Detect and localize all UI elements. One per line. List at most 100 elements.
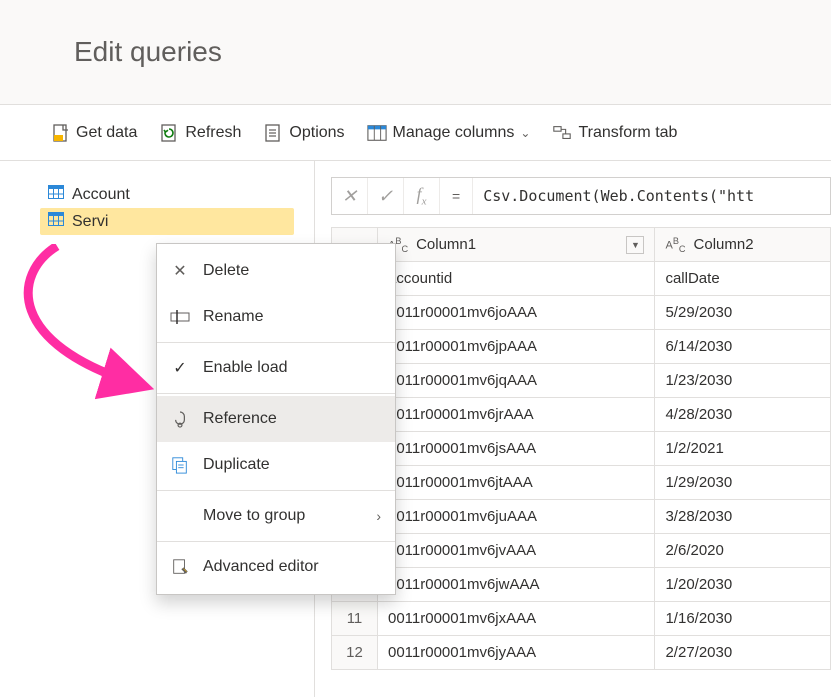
- close-icon: ✕: [342, 186, 357, 207]
- cell-column2[interactable]: 4/28/2030: [655, 398, 831, 432]
- options-button[interactable]: Options: [255, 117, 352, 149]
- fx-button[interactable]: fx: [404, 178, 440, 214]
- cell-column2[interactable]: 1/16/2030: [655, 602, 831, 636]
- cell-column1[interactable]: 0011r00001mv6juAAA: [378, 500, 655, 534]
- cell-column2[interactable]: 3/28/2030: [655, 500, 831, 534]
- cell-column2[interactable]: 1/23/2030: [655, 364, 831, 398]
- get-data-button[interactable]: Get data: [42, 117, 145, 149]
- cancel-formula-button[interactable]: ✕: [332, 178, 368, 214]
- filter-dropdown-icon[interactable]: ▼: [626, 236, 644, 254]
- commit-formula-button[interactable]: ✓: [368, 178, 404, 214]
- table-icon: [48, 212, 64, 231]
- cell-column2[interactable]: 6/14/2030: [655, 330, 831, 364]
- menu-item-move-to-group[interactable]: Move to group ›: [157, 493, 395, 539]
- menu-item-label: Rename: [203, 308, 381, 326]
- table-row[interactable]: 110011r00001mv6jxAAA1/16/2030: [332, 602, 831, 636]
- duplicate-icon: [169, 454, 191, 476]
- transform-table-button[interactable]: Transform tab: [544, 117, 685, 149]
- menu-divider: [157, 393, 395, 394]
- cell-column1[interactable]: accountid: [378, 262, 655, 296]
- table-row[interactable]: 120011r00001mv6jyAAA2/27/2030: [332, 636, 831, 670]
- context-menu: ✕ Delete Rename ✓ Enable load Reference …: [156, 243, 396, 595]
- title-bar: Edit queries: [0, 0, 831, 105]
- table-row[interactable]: 0011r00001mv6jwAAA1/20/2030: [332, 568, 831, 602]
- transform-table-label: Transform tab: [578, 124, 677, 142]
- menu-divider: [157, 342, 395, 343]
- check-icon: ✓: [169, 358, 191, 378]
- table-row[interactable]: 0011r00001mv6jsAAA1/2/2021: [332, 432, 831, 466]
- menu-item-reference[interactable]: Reference: [157, 396, 395, 442]
- table-row[interactable]: 0011r00001mv6jvAAA2/6/2020: [332, 534, 831, 568]
- cell-column2[interactable]: 1/20/2030: [655, 568, 831, 602]
- column-header-column2[interactable]: ABC Column2: [655, 228, 831, 262]
- cell-column2[interactable]: 2/6/2020: [655, 534, 831, 568]
- chevron-down-icon: ⌄: [520, 126, 530, 140]
- get-data-icon: [50, 123, 70, 143]
- table-row[interactable]: 0011r00001mv6joAAA5/29/2030: [332, 296, 831, 330]
- cell-column1[interactable]: 0011r00001mv6jxAAA: [378, 602, 655, 636]
- get-data-label: Get data: [76, 124, 137, 142]
- formula-input[interactable]: Csv.Document(Web.Contents("htt: [473, 187, 830, 205]
- transform-table-icon: [552, 123, 572, 143]
- cell-column2[interactable]: callDate: [655, 262, 831, 296]
- query-item-label: Servi: [72, 213, 108, 231]
- cell-column1[interactable]: 0011r00001mv6jqAAA: [378, 364, 655, 398]
- page-title: Edit queries: [74, 36, 222, 68]
- cell-column1[interactable]: 0011r00001mv6jtAAA: [378, 466, 655, 500]
- main-area: Account Servi ✕ ✓ fx = Csv.Document(Web.…: [0, 161, 831, 697]
- menu-item-label: Reference: [203, 410, 381, 428]
- cell-column2[interactable]: 1/29/2030: [655, 466, 831, 500]
- refresh-button[interactable]: Refresh: [151, 117, 249, 149]
- toolbar: Get data Refresh Options Manage columns …: [0, 105, 831, 161]
- menu-item-delete[interactable]: ✕ Delete: [157, 248, 395, 294]
- cell-column1[interactable]: 0011r00001mv6jyAAA: [378, 636, 655, 670]
- data-table: ABC Column1 ▼ ABC Column2 accountidcallD…: [331, 227, 831, 670]
- row-number: 11: [332, 602, 378, 636]
- cell-column2[interactable]: 1/2/2021: [655, 432, 831, 466]
- menu-item-duplicate[interactable]: Duplicate: [157, 442, 395, 488]
- table-row[interactable]: accountidcallDate: [332, 262, 831, 296]
- cell-column2[interactable]: 2/27/2030: [655, 636, 831, 670]
- query-item-account[interactable]: Account: [40, 181, 294, 208]
- menu-item-label: Duplicate: [203, 456, 381, 474]
- manage-columns-button[interactable]: Manage columns ⌄: [359, 117, 539, 149]
- menu-item-enable-load[interactable]: ✓ Enable load: [157, 345, 395, 391]
- cell-column1[interactable]: 0011r00001mv6jsAAA: [378, 432, 655, 466]
- menu-item-label: Advanced editor: [203, 558, 381, 576]
- cell-column2[interactable]: 5/29/2030: [655, 296, 831, 330]
- cell-column1[interactable]: 0011r00001mv6jwAAA: [378, 568, 655, 602]
- column-header-label: Column2: [694, 236, 754, 253]
- column-header-label: Column1: [416, 236, 476, 253]
- table-row[interactable]: 0011r00001mv6jtAAA1/29/2030: [332, 466, 831, 500]
- cell-column1[interactable]: 0011r00001mv6jrAAA: [378, 398, 655, 432]
- table-row[interactable]: 0011r00001mv6jpAAA6/14/2030: [332, 330, 831, 364]
- fx-icon: fx: [417, 184, 427, 208]
- table-icon: [48, 185, 64, 204]
- table-row[interactable]: 0011r00001mv6jqAAA1/23/2030: [332, 364, 831, 398]
- table-row[interactable]: 0011r00001mv6juAAA3/28/2030: [332, 500, 831, 534]
- formula-bar: ✕ ✓ fx = Csv.Document(Web.Contents("htt: [331, 177, 831, 215]
- delete-icon: ✕: [169, 260, 191, 282]
- menu-divider: [157, 541, 395, 542]
- refresh-label: Refresh: [185, 124, 241, 142]
- table-row[interactable]: 0011r00001mv6jrAAA4/28/2030: [332, 398, 831, 432]
- options-icon: [263, 123, 283, 143]
- menu-item-label: Delete: [203, 262, 381, 280]
- check-icon: ✓: [378, 186, 393, 207]
- column-header-column1[interactable]: ABC Column1 ▼: [378, 228, 655, 262]
- cell-column1[interactable]: 0011r00001mv6joAAA: [378, 296, 655, 330]
- refresh-icon: [159, 123, 179, 143]
- options-label: Options: [289, 124, 344, 142]
- equals-sign: =: [440, 178, 473, 214]
- cell-column1[interactable]: 0011r00001mv6jvAAA: [378, 534, 655, 568]
- advanced-editor-icon: [169, 556, 191, 578]
- chevron-right-icon: ›: [376, 508, 381, 524]
- query-item-service-calls[interactable]: Servi: [40, 208, 294, 235]
- manage-columns-icon: [367, 123, 387, 143]
- cell-column1[interactable]: 0011r00001mv6jpAAA: [378, 330, 655, 364]
- blank-icon: [169, 505, 191, 527]
- rename-icon: [169, 306, 191, 328]
- menu-item-rename[interactable]: Rename: [157, 294, 395, 340]
- reference-icon: [169, 408, 191, 430]
- menu-item-advanced-editor[interactable]: Advanced editor: [157, 544, 395, 590]
